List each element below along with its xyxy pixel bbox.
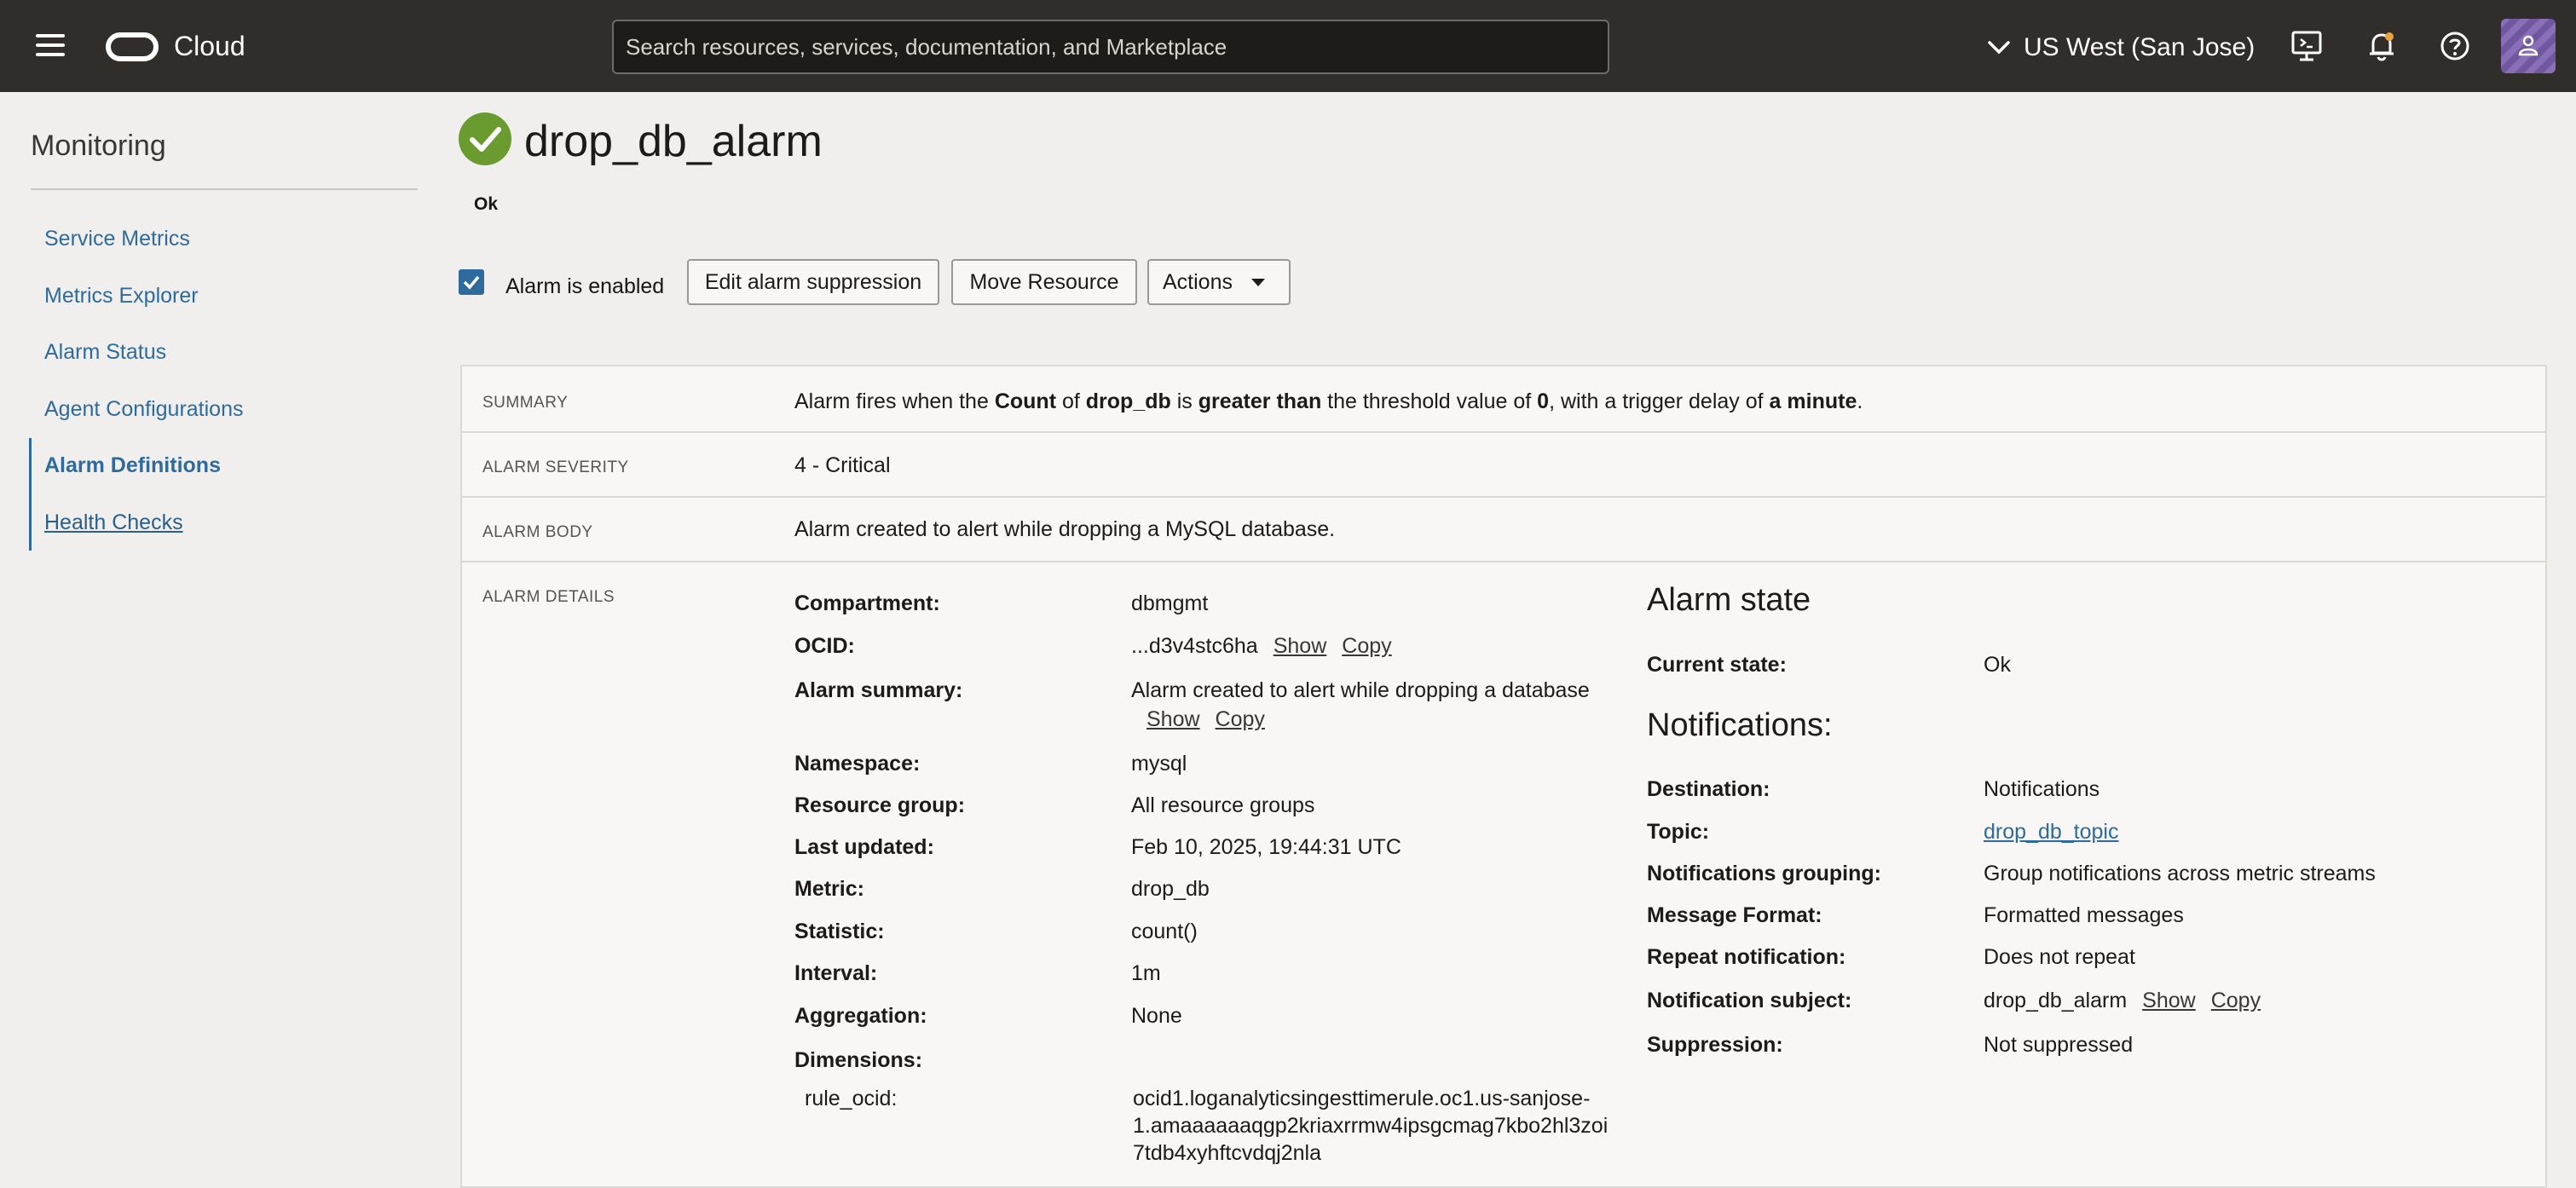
alarm-state-heading: Alarm state xyxy=(1647,582,1811,618)
chevron-down-icon xyxy=(1988,41,2010,55)
sidebar-item-service-metrics[interactable]: Service Metrics xyxy=(44,227,190,251)
move-resource-button[interactable]: Move Resource xyxy=(951,259,1137,305)
search-input[interactable]: Search resources, services, documentatio… xyxy=(612,20,1609,74)
last-updated-value: Feb 10, 2025, 19:44:31 UTC xyxy=(1131,835,1401,859)
topic-link[interactable]: drop_db_topic xyxy=(1984,820,2118,844)
ocid-key: OCID: xyxy=(794,634,855,658)
repeat-notification-value: Does not repeat xyxy=(1984,945,2135,969)
last-updated-key: Last updated: xyxy=(794,835,934,859)
suppression-key: Suppression: xyxy=(1647,1033,1783,1057)
status-label: Ok xyxy=(474,194,499,214)
namespace-value: mysql xyxy=(1131,752,1187,776)
row-divider xyxy=(460,496,2547,498)
severity-value: 4 - Critical xyxy=(794,453,891,477)
actions-dropdown-button[interactable]: Actions xyxy=(1147,259,1291,305)
compartment-value: dbmgmt xyxy=(1131,591,1209,615)
sidebar-item-alarm-definitions[interactable]: Alarm Definitions xyxy=(44,453,221,478)
notifications-bell-icon[interactable] xyxy=(2365,29,2399,63)
current-state-value: Ok xyxy=(1984,653,2011,677)
aggregation-value: None xyxy=(1131,1004,1182,1028)
caret-down-icon xyxy=(1251,279,1265,286)
notifications-grouping-key: Notifications grouping: xyxy=(1647,862,1881,885)
compartment-key: Compartment: xyxy=(794,591,940,615)
suppression-value: Not suppressed xyxy=(1984,1033,2134,1057)
details-label: ALARM DETAILS xyxy=(482,588,615,606)
checkmark-icon xyxy=(463,275,480,290)
brand-name[interactable]: Cloud xyxy=(174,31,245,62)
sidebar-item-agent-configurations[interactable]: Agent Configurations xyxy=(44,397,243,422)
alarm-summary-copy-link[interactable]: Copy xyxy=(1216,707,1265,731)
alarm-summary-show-link[interactable]: Show xyxy=(1146,707,1200,731)
notification-subject-value: drop_db_alarm Show Copy xyxy=(1984,989,2261,1012)
ocid-value: ...d3v4stc6ha Show Copy xyxy=(1131,634,1392,658)
menu-icon[interactable] xyxy=(36,32,66,58)
summary-label: SUMMARY xyxy=(482,394,569,412)
resource-group-key: Resource group: xyxy=(794,793,966,817)
user-icon xyxy=(2518,35,2538,56)
alarm-enabled-checkbox[interactable] xyxy=(459,269,484,295)
ocid-copy-link[interactable]: Copy xyxy=(1342,634,1391,658)
metric-value: drop_db xyxy=(1131,877,1210,901)
sidebar-divider xyxy=(31,188,418,190)
current-state-key: Current state: xyxy=(1647,653,1787,677)
alarm-enabled-label: Alarm is enabled xyxy=(505,274,665,298)
page-title: drop_db_alarm xyxy=(524,117,823,166)
sidebar-active-indicator xyxy=(29,438,32,551)
statistic-key: Statistic: xyxy=(794,920,885,943)
interval-value: 1m xyxy=(1131,961,1161,985)
body-value: Alarm created to alert while dropping a … xyxy=(794,517,1336,541)
top-navigation-bar: Cloud Search resources, services, docume… xyxy=(0,0,2576,92)
alarm-detail-panel xyxy=(460,365,2547,1188)
body-label: ALARM BODY xyxy=(482,523,593,541)
destination-key: Destination: xyxy=(1647,777,1770,801)
subject-copy-link[interactable]: Copy xyxy=(2211,989,2261,1012)
region-selector[interactable]: US West (San Jose) xyxy=(1988,31,2255,65)
topic-value: drop_db_topic xyxy=(1984,820,2118,845)
severity-label: ALARM SEVERITY xyxy=(482,458,629,476)
statistic-value: count() xyxy=(1131,920,1198,943)
sidebar-item-health-checks[interactable]: Health Checks xyxy=(44,510,183,535)
alarm-summary-key: Alarm summary: xyxy=(794,678,963,702)
alarm-summary-value: Alarm created to alert while dropping a … xyxy=(1131,678,1590,702)
rule-ocid-key: rule_ocid: xyxy=(805,1087,898,1110)
repeat-notification-key: Repeat notification: xyxy=(1647,945,1846,969)
user-avatar[interactable] xyxy=(2501,19,2556,73)
row-divider xyxy=(460,561,2547,562)
interval-key: Interval: xyxy=(794,961,878,985)
region-label: US West (San Jose) xyxy=(2024,33,2255,61)
notifications-heading: Notifications: xyxy=(1647,707,1833,743)
aggregation-key: Aggregation: xyxy=(794,1004,927,1028)
notifications-grouping-value: Group notifications across metric stream… xyxy=(1984,862,2376,885)
ok-status-icon xyxy=(459,112,511,165)
dimensions-key: Dimensions: xyxy=(794,1048,923,1072)
cloud-shell-icon[interactable] xyxy=(2290,29,2324,63)
rule-ocid-line-3: 7tdb4xyhftcvdqj2nla xyxy=(1133,1141,1321,1165)
row-divider xyxy=(460,431,2547,433)
edit-alarm-suppression-button[interactable]: Edit alarm suppression xyxy=(687,259,939,305)
subject-show-link[interactable]: Show xyxy=(2142,989,2196,1012)
destination-value: Notifications xyxy=(1984,777,2100,801)
namespace-key: Namespace: xyxy=(794,752,921,776)
notification-subject-key: Notification subject: xyxy=(1647,989,1852,1012)
sidebar-item-metrics-explorer[interactable]: Metrics Explorer xyxy=(44,284,199,309)
sidebar-item-alarm-status[interactable]: Alarm Status xyxy=(44,340,166,365)
metric-key: Metric: xyxy=(794,877,864,901)
actions-label: Actions xyxy=(1163,270,1233,294)
message-format-value: Formatted messages xyxy=(1984,903,2184,927)
resource-group-value: All resource groups xyxy=(1131,793,1315,817)
help-icon[interactable] xyxy=(2438,29,2472,63)
rule-ocid-line-2: 1.amaaaaaaqgp2kriaxrrmw4ipsgcmag7kbo2hl3… xyxy=(1133,1114,1609,1138)
summary-value: Alarm fires when the Count of drop_db is… xyxy=(794,389,1863,413)
ocid-show-link[interactable]: Show xyxy=(1274,634,1327,658)
message-format-key: Message Format: xyxy=(1647,903,1822,927)
topic-key: Topic: xyxy=(1647,820,1710,844)
oracle-logo-icon[interactable] xyxy=(106,32,159,61)
sidebar-title: Monitoring xyxy=(31,130,166,162)
alarm-summary-actions: Show Copy xyxy=(1131,707,1265,732)
rule-ocid-line-1: ocid1.loganalyticsingesttimerule.oc1.us-… xyxy=(1133,1087,1591,1110)
